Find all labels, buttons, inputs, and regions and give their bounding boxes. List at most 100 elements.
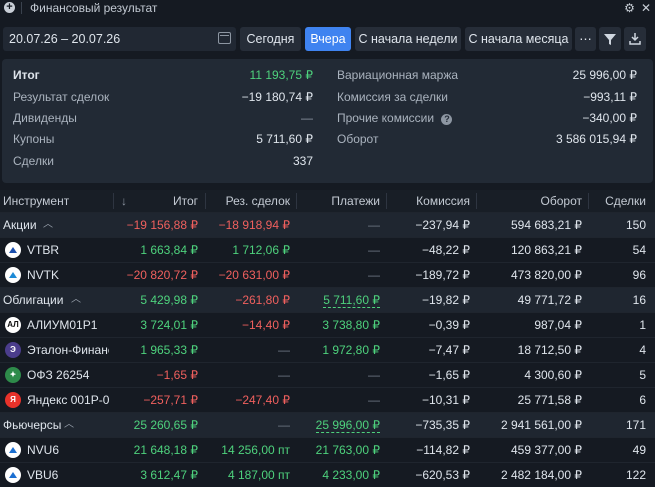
month-start-button[interactable]: С начала месяца bbox=[465, 27, 572, 51]
calendar-icon[interactable] bbox=[218, 32, 231, 44]
commission-cell: −48,22 ₽ bbox=[421, 243, 470, 257]
summary-label: Итог bbox=[13, 68, 40, 82]
column-header-commission[interactable]: Комиссия bbox=[382, 190, 470, 212]
close-icon[interactable]: ✕ bbox=[641, 1, 651, 15]
summary-label: Вариационная маржа bbox=[337, 68, 459, 82]
table-row[interactable]: VBU6 3 612,47 ₽ 4 187,00 пт 4 233,00 ₽ −620,… bbox=[0, 462, 655, 487]
table-row[interactable]: АЛ АЛИУМ01Р1 3 724,01 ₽ −14,40 ₽ 3 738,80 ₽ −… bbox=[0, 312, 655, 337]
payments-cell-wrap: 5 711,60 ₽ bbox=[292, 288, 380, 312]
add-widget-icon[interactable]: + bbox=[4, 2, 15, 13]
turnover-cell: 120 863,21 ₽ bbox=[510, 243, 582, 257]
payments-cell: 21 763,00 ₽ bbox=[315, 443, 380, 457]
chevron-up-icon[interactable]: ︿ bbox=[71, 288, 81, 312]
commission-cell: −620,53 ₽ bbox=[415, 468, 470, 482]
week-start-button[interactable]: С начала недели bbox=[355, 27, 461, 51]
deals-cell: 171 bbox=[625, 418, 646, 432]
commission-cell: −735,35 ₽ bbox=[415, 418, 470, 432]
download-icon[interactable] bbox=[624, 27, 646, 51]
itog-cell: 21 648,18 ₽ bbox=[133, 443, 198, 457]
window-titlebar: + Финансовый результат ⚙ ✕ bbox=[0, 0, 655, 15]
itog-cell: −20 820,72 ₽ bbox=[126, 268, 198, 282]
column-header-turnover[interactable]: Оборот bbox=[472, 190, 582, 212]
payments-cell-wrap: — bbox=[292, 363, 380, 387]
result-cell: −18 918,94 ₽ bbox=[218, 218, 290, 232]
more-icon[interactable]: ⋯ bbox=[575, 27, 596, 51]
payments-cell: — bbox=[368, 268, 380, 282]
summary-value: 25 996,00 ₽ bbox=[572, 68, 637, 82]
turnover-cell: 987,04 ₽ bbox=[534, 318, 582, 332]
summary-panel: Итог 11 193,75 ₽ Результат сделок −19 18… bbox=[2, 59, 653, 183]
payments-cell: — bbox=[368, 368, 380, 382]
window-title: Финансовый результат bbox=[30, 0, 158, 15]
itog-cell: 3 612,47 ₽ bbox=[140, 468, 198, 482]
instrument-name: VBU6 bbox=[27, 468, 59, 482]
today-button[interactable]: Сегодня bbox=[240, 27, 301, 51]
table-row[interactable]: Я Яндекс 001Р-0 −257,71 ₽ −247,40 ₽ — −10,31 … bbox=[0, 387, 655, 412]
group-row[interactable]: Фьючерсы ︿ 25 260,65 ₽ — 25 996,00 ₽ −735,35 … bbox=[0, 412, 655, 437]
payments-cell: — bbox=[368, 393, 380, 407]
payments-cell-wrap: 1 972,80 ₽ bbox=[292, 338, 380, 362]
filter-icon[interactable] bbox=[599, 27, 621, 51]
summary-label: Купоны bbox=[13, 132, 55, 146]
instrument-logo-icon: ✦ bbox=[5, 367, 21, 383]
itog-cell: −1,65 ₽ bbox=[156, 368, 198, 382]
instrument-logo-icon: Я bbox=[5, 392, 21, 408]
chevron-up-icon[interactable]: ︿ bbox=[64, 413, 74, 437]
payments-cell-wrap: — bbox=[292, 238, 380, 262]
results-table: Инструмент ↓ Итог Рез. сделок Платежи Ко… bbox=[0, 190, 655, 487]
result-cell: — bbox=[278, 368, 290, 382]
summary-total-row: Итог 11 193,75 ₽ bbox=[13, 65, 313, 85]
summary-row: Купоны 5 711,60 ₽ bbox=[13, 129, 313, 149]
summary-label: Результат сделок bbox=[13, 90, 110, 104]
table-row[interactable]: VTBR 1 663,84 ₽ 1 712,06 ₽ — −48,22 ₽ 120 863… bbox=[0, 237, 655, 262]
group-row[interactable]: Облигации ︿ 5 429,98 ₽ −261,80 ₽ 5 711,60 ₽ −… bbox=[0, 287, 655, 312]
table-row[interactable]: NVTK −20 820,72 ₽ −20 631,00 ₽ — −189,72 ₽ 47… bbox=[0, 262, 655, 287]
info-icon[interactable]: ? bbox=[441, 114, 453, 125]
deals-cell: 1 bbox=[639, 318, 646, 332]
instrument-logo-icon bbox=[5, 467, 21, 483]
table-row[interactable]: Э Эталон-Финанс 1 965,33 ₽ — 1 972,80 ₽ −7,47… bbox=[0, 337, 655, 362]
summary-value: −340,00 ₽ bbox=[582, 111, 637, 125]
itog-cell: 25 260,65 ₽ bbox=[133, 418, 198, 432]
column-header-instrument[interactable]: Инструмент bbox=[3, 190, 69, 212]
payments-cell-wrap: 25 996,00 ₽ bbox=[292, 413, 380, 437]
deals-cell: 4 bbox=[639, 343, 646, 357]
instrument-name: АЛИУМ01Р1 bbox=[27, 318, 98, 332]
deals-cell: 6 bbox=[639, 393, 646, 407]
result-cell: 1 712,06 ₽ bbox=[232, 243, 290, 257]
column-header-result[interactable]: Рез. сделок bbox=[200, 190, 290, 212]
payments-cell: — bbox=[368, 243, 380, 257]
deals-cell: 150 bbox=[625, 218, 646, 232]
column-header-itog[interactable]: Итог bbox=[110, 190, 198, 212]
commission-cell: −7,47 ₽ bbox=[428, 343, 470, 357]
instrument-logo-icon: АЛ bbox=[5, 317, 21, 333]
payments-cell-wrap: — bbox=[292, 388, 380, 412]
table-row[interactable]: ✦ ОФЗ 26254 −1,65 ₽ — — −1,65 ₽ 4 300,60 ₽ 5 bbox=[0, 362, 655, 387]
turnover-cell: 459 377,00 ₽ bbox=[510, 443, 582, 457]
summary-label: Оборот bbox=[337, 132, 379, 146]
summary-value: 337 bbox=[292, 154, 313, 168]
summary-label: Сделки bbox=[13, 154, 54, 168]
payments-cell-wrap: — bbox=[292, 263, 380, 287]
table-header: Инструмент ↓ Итог Рез. сделок Платежи Ко… bbox=[0, 190, 655, 212]
payments-cell-wrap: 3 738,80 ₽ bbox=[292, 313, 380, 337]
toolbar: 20.07.26 – 20.07.26 Сегодня Вчера С нача… bbox=[0, 27, 655, 51]
yesterday-button[interactable]: Вчера bbox=[305, 27, 351, 51]
divider bbox=[21, 1, 22, 14]
gear-icon[interactable]: ⚙ bbox=[624, 1, 635, 15]
chevron-up-icon[interactable]: ︿ bbox=[43, 213, 53, 237]
itog-cell: 5 429,98 ₽ bbox=[140, 293, 198, 307]
result-cell: — bbox=[278, 343, 290, 357]
instrument-logo-icon bbox=[5, 267, 21, 283]
turnover-cell: 4 300,60 ₽ bbox=[524, 368, 582, 382]
group-row[interactable]: Акции ︿ −19 156,88 ₽ −18 918,94 ₽ — −237,94 ₽… bbox=[0, 212, 655, 237]
summary-label: Прочие комиссии bbox=[337, 111, 435, 125]
date-range-input[interactable]: 20.07.26 – 20.07.26 bbox=[3, 27, 236, 51]
instrument-name: VTBR bbox=[27, 243, 60, 257]
column-header-deals[interactable]: Сделки bbox=[584, 190, 646, 212]
table-row[interactable]: NVU6 21 648,18 ₽ 14 256,00 пт 21 763,00 ₽ −1… bbox=[0, 437, 655, 462]
summary-value: — bbox=[301, 111, 313, 125]
summary-row: Прочие комиссии ? −340,00 ₽ bbox=[337, 108, 637, 128]
payments-cell-wrap: — bbox=[292, 213, 380, 237]
column-header-payments[interactable]: Платежи bbox=[292, 190, 380, 212]
